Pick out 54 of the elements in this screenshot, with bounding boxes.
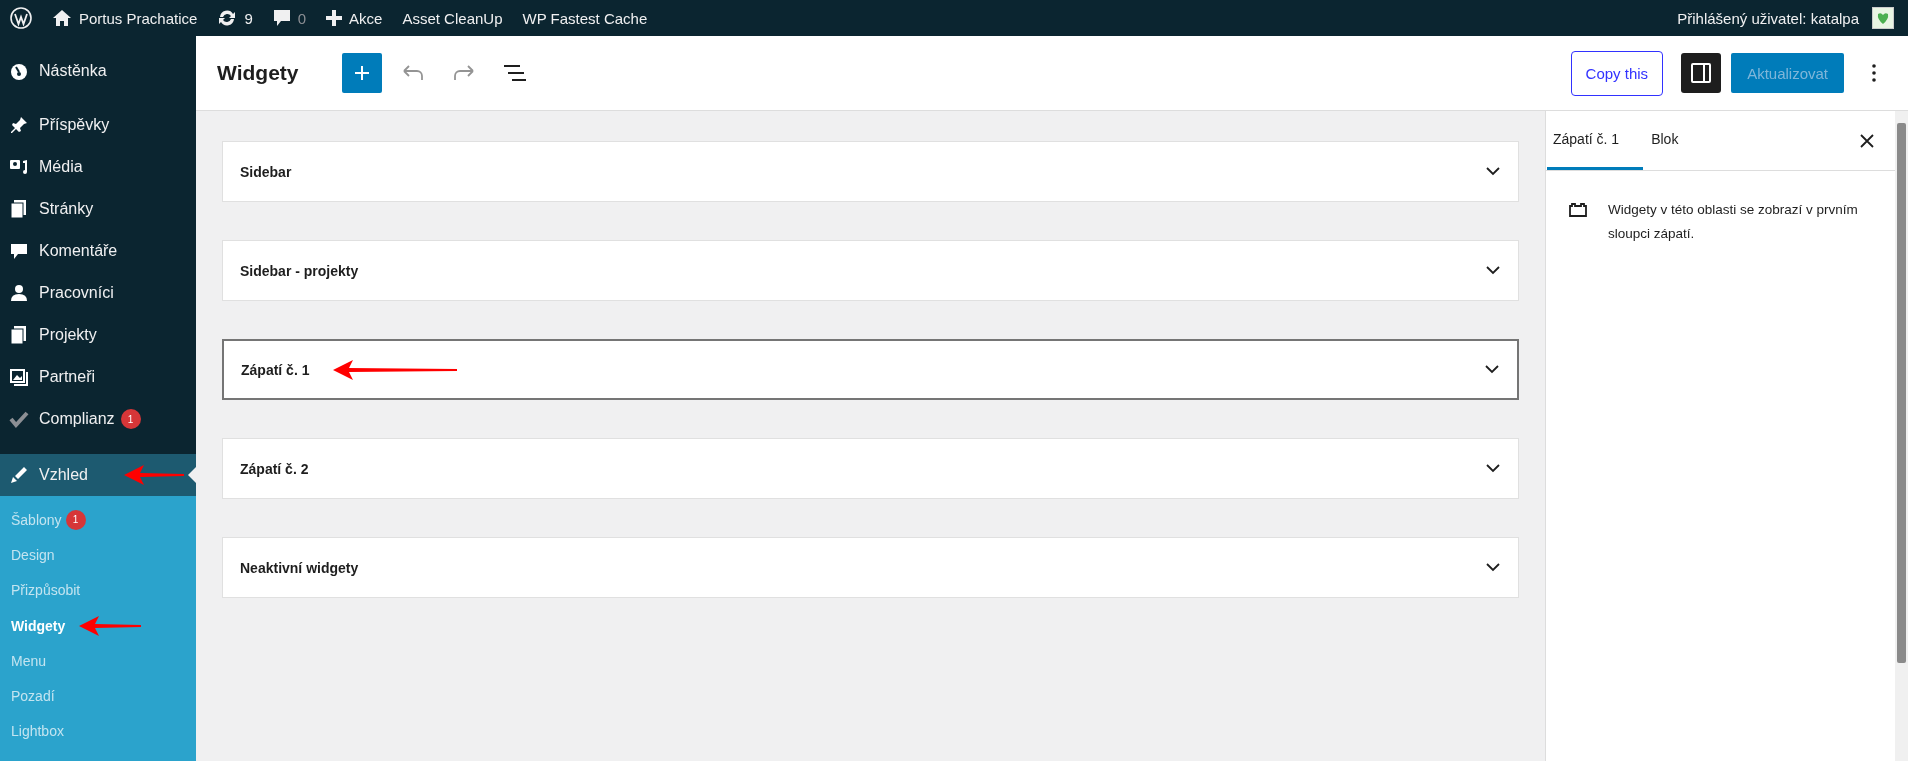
widget-area-panel[interactable]: Sidebar: [222, 141, 1519, 202]
image-icon: [9, 367, 29, 387]
dashboard-icon: [9, 61, 29, 81]
area-description: Widgety v této oblasti se zobrazí v prvním sloupci zápatí.: [1608, 201, 1859, 243]
sidebar-item[interactable]: Média: [0, 146, 196, 188]
media-icon: [9, 157, 29, 177]
copy-button[interactable]: Copy this: [1570, 50, 1664, 96]
sidebar-item[interactable]: Komentáře: [0, 230, 196, 272]
sidebar-toggle-icon[interactable]: [1681, 53, 1722, 93]
person-icon: [9, 283, 29, 303]
sidebar-item[interactable]: Partneři: [0, 356, 196, 398]
comment-icon[interactable]: [272, 9, 291, 27]
count-badge: 1: [65, 509, 86, 530]
chevron-down-icon[interactable]: [1486, 266, 1500, 275]
sidebar-item[interactable]: Příspěvky: [0, 104, 196, 146]
pin-icon: [9, 115, 29, 135]
submenu-item[interactable]: Šablony 1: [0, 502, 196, 538]
home-icon[interactable]: [52, 9, 72, 27]
refresh-icon[interactable]: [217, 9, 238, 27]
pages-icon: [9, 199, 29, 219]
sidebar-item[interactable]: Stránky: [0, 188, 196, 230]
panel-tab[interactable]: Zápatí č. 1: [1547, 111, 1644, 170]
brush-icon: [9, 465, 29, 485]
new-link[interactable]: Akce: [349, 9, 383, 27]
widget-area-icon: [1568, 202, 1588, 218]
sidebar-item[interactable]: Vzhled: [0, 454, 196, 496]
site-name-link[interactable]: Portus Prachatice: [79, 9, 198, 27]
user-greeting[interactable]: Přihlášený uživatel: katalpa: [1677, 9, 1859, 27]
comment-icon: [9, 241, 29, 261]
widget-area-panel[interactable]: Zápatí č. 1: [222, 339, 1519, 400]
sidebar-item[interactable]: Projekty: [0, 314, 196, 356]
sidebar-item[interactable]: Complianz 1: [0, 398, 196, 440]
chevron-down-icon[interactable]: [1485, 365, 1499, 374]
sidebar-item[interactable]: Nástěnka: [0, 50, 196, 92]
toolbar-link[interactable]: Asset CleanUp: [402, 9, 503, 27]
add-block-button[interactable]: [342, 53, 383, 93]
page-title: Widgety: [217, 61, 299, 85]
count-badge: 1: [120, 409, 141, 429]
plus-icon[interactable]: [326, 10, 343, 26]
chevron-down-icon[interactable]: [1486, 563, 1500, 572]
toolbar-link[interactable]: WP Fastest Cache: [522, 9, 648, 27]
chevron-down-icon[interactable]: [1486, 464, 1500, 473]
checkmark-icon: [9, 409, 29, 429]
wordpress-logo-icon[interactable]: [10, 7, 32, 29]
updates-count[interactable]: 9: [244, 9, 253, 27]
plus-icon: [354, 65, 371, 81]
widget-area-panel[interactable]: Neaktivní widgety: [222, 537, 1519, 598]
chevron-down-icon[interactable]: [1486, 167, 1500, 176]
comments-count[interactable]: 0: [297, 9, 307, 27]
widget-area-panel[interactable]: Zápatí č. 2: [222, 438, 1519, 499]
pages-icon: [9, 325, 29, 345]
sidebar-item[interactable]: Pracovníci: [0, 272, 196, 314]
panel-tab[interactable]: Blok: [1643, 111, 1701, 170]
widget-area-panel[interactable]: Sidebar - projekty: [222, 240, 1519, 301]
